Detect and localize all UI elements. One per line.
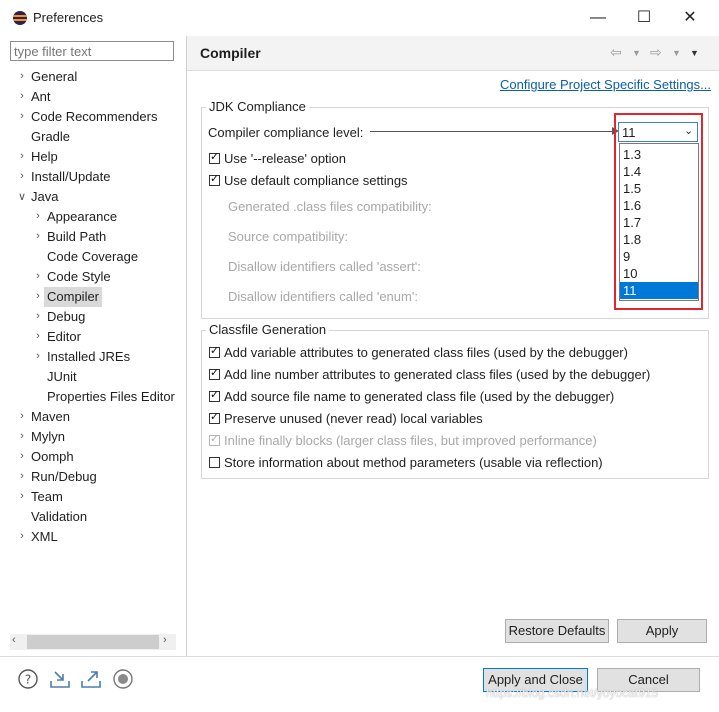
classfile-option-checkbox[interactable] <box>209 344 220 358</box>
chevron-right-icon[interactable]: › <box>15 450 29 462</box>
default-compliance-checkbox[interactable] <box>209 172 220 186</box>
sidebar-item-oomph[interactable]: Oomph <box>31 447 74 467</box>
jdk-compliance-label: JDK Compliance <box>206 99 309 114</box>
highlight-annotation-box <box>614 113 703 310</box>
restore-defaults-button[interactable]: Restore Defaults <box>505 619 609 643</box>
sidebar-item-code-coverage[interactable]: Code Coverage <box>47 247 138 267</box>
sidebar-item-help[interactable]: Help <box>31 147 58 167</box>
export-icon[interactable] <box>80 668 102 690</box>
chevron-right-icon[interactable]: › <box>31 330 45 342</box>
chevron-right-icon[interactable]: › <box>15 90 29 102</box>
chevron-right-icon[interactable]: › <box>15 70 29 82</box>
sidebar-item-ant[interactable]: Ant <box>31 87 51 107</box>
sidebar-item-code-recommenders[interactable]: Code Recommenders <box>31 107 157 127</box>
disallow-enum-label: Disallow identifiers called 'enum': <box>228 289 418 304</box>
sidebar-item-appearance[interactable]: Appearance <box>47 207 117 227</box>
classfile-option-label: Add source file name to generated class … <box>224 389 615 404</box>
filter-input[interactable] <box>10 41 174 61</box>
sidebar-item-properties-files-editor[interactable]: Properties Files Editor <box>47 387 175 407</box>
chevron-right-icon[interactable]: › <box>31 350 45 362</box>
sidebar-item-team[interactable]: Team <box>31 487 63 507</box>
scroll-right-icon[interactable]: › <box>163 634 167 646</box>
chevron-right-icon[interactable]: › <box>15 470 29 482</box>
chevron-right-icon[interactable]: › <box>15 430 29 442</box>
sidebar-item-run-debug[interactable]: Run/Debug <box>31 467 97 487</box>
classfile-option-label: Inline finally blocks (larger class file… <box>224 433 597 448</box>
chevron-right-icon[interactable]: › <box>15 170 29 182</box>
chevron-right-icon[interactable]: › <box>31 230 45 242</box>
classfile-option-label: Preserve unused (never read) local varia… <box>224 411 483 426</box>
back-menu-icon[interactable]: ▼ <box>632 48 641 58</box>
forward-icon[interactable]: ⇨ <box>650 44 662 61</box>
chevron-right-icon[interactable]: › <box>15 410 29 422</box>
sidebar-item-debug[interactable]: Debug <box>47 307 85 327</box>
import-icon[interactable] <box>49 668 71 690</box>
help-icon[interactable]: ? <box>17 668 39 690</box>
release-option-label: Use '--release' option <box>224 151 347 166</box>
sidebar-item-general[interactable]: General <box>31 67 77 87</box>
annotation-arrow <box>370 131 615 132</box>
classfile-generation-label: Classfile Generation <box>206 322 330 337</box>
close-icon[interactable]: ✕ <box>667 0 713 36</box>
chevron-right-icon[interactable]: › <box>31 270 45 282</box>
classfile-option-checkbox[interactable] <box>209 388 220 402</box>
classfile-option-checkbox[interactable] <box>209 366 220 380</box>
chevron-right-icon[interactable]: › <box>15 530 29 542</box>
sidebar-item-junit[interactable]: JUnit <box>47 367 77 387</box>
sidebar-item-maven[interactable]: Maven <box>31 407 70 427</box>
release-option-checkbox[interactable] <box>209 150 220 164</box>
sidebar-item-code-style[interactable]: Code Style <box>47 267 111 287</box>
maximize-icon[interactable]: ☐ <box>621 0 667 36</box>
sidebar-item-mylyn[interactable]: Mylyn <box>31 427 65 447</box>
chevron-right-icon[interactable]: › <box>31 310 45 322</box>
default-compliance-label: Use default compliance settings <box>224 173 408 188</box>
chevron-right-icon[interactable]: › <box>31 290 45 302</box>
sidebar-item-editor[interactable]: Editor <box>47 327 81 347</box>
sidebar-item-java[interactable]: Java <box>31 187 58 207</box>
chevron-right-icon[interactable]: › <box>15 150 29 162</box>
sidebar-item-compiler[interactable]: Compiler <box>44 287 103 307</box>
classfile-option-checkbox[interactable] <box>209 410 220 424</box>
classfile-option-label: Add line number attributes to generated … <box>224 367 651 382</box>
chevron-right-icon[interactable]: › <box>15 490 29 502</box>
back-icon[interactable]: ⇦ <box>610 44 622 61</box>
classfile-option-checkbox <box>209 432 220 446</box>
configure-project-settings-link[interactable]: Configure Project Specific Settings... <box>500 77 711 92</box>
compliance-level-label: Compiler compliance level: <box>208 125 364 140</box>
sidebar-item-xml[interactable]: XML <box>31 527 58 547</box>
classfile-option-checkbox[interactable] <box>209 457 220 468</box>
minimize-icon[interactable]: — <box>575 0 621 36</box>
view-menu-icon[interactable]: ▼ <box>690 48 699 58</box>
forward-menu-icon[interactable]: ▼ <box>672 48 681 58</box>
footer-separator <box>0 656 719 657</box>
eclipse-app-icon <box>13 11 27 25</box>
classfile-option-label: Store information about method parameter… <box>224 455 603 470</box>
chevron-down-icon[interactable]: ∨ <box>15 190 29 203</box>
svg-text:?: ? <box>25 673 31 687</box>
window-title: Preferences <box>33 10 104 25</box>
sidebar-item-build-path[interactable]: Build Path <box>47 227 106 247</box>
page-title: Compiler <box>200 45 261 61</box>
sidebar-item-validation[interactable]: Validation <box>31 507 87 527</box>
apply-button[interactable]: Apply <box>617 619 707 643</box>
watermark-text: https://blog.csdn.net/yoyocat915 <box>486 686 659 700</box>
sidebar-item-gradle[interactable]: Gradle <box>31 127 70 147</box>
class-files-compatibility-label: Generated .class files compatibility: <box>228 199 432 214</box>
source-compatibility-label: Source compatibility: <box>228 229 348 244</box>
disallow-assert-label: Disallow identifiers called 'assert': <box>228 259 421 274</box>
sidebar-item-installed-jres[interactable]: Installed JREs <box>47 347 130 367</box>
chevron-right-icon[interactable]: › <box>31 210 45 222</box>
sash-divider[interactable] <box>186 36 187 656</box>
chevron-right-icon[interactable]: › <box>15 110 29 122</box>
record-icon[interactable] <box>112 668 134 690</box>
scroll-left-icon[interactable]: ‹ <box>12 634 16 646</box>
sidebar-item-install-update[interactable]: Install/Update <box>31 167 111 187</box>
classfile-option-label: Add variable attributes to generated cla… <box>224 345 628 360</box>
scrollbar-thumb[interactable] <box>27 635 159 649</box>
